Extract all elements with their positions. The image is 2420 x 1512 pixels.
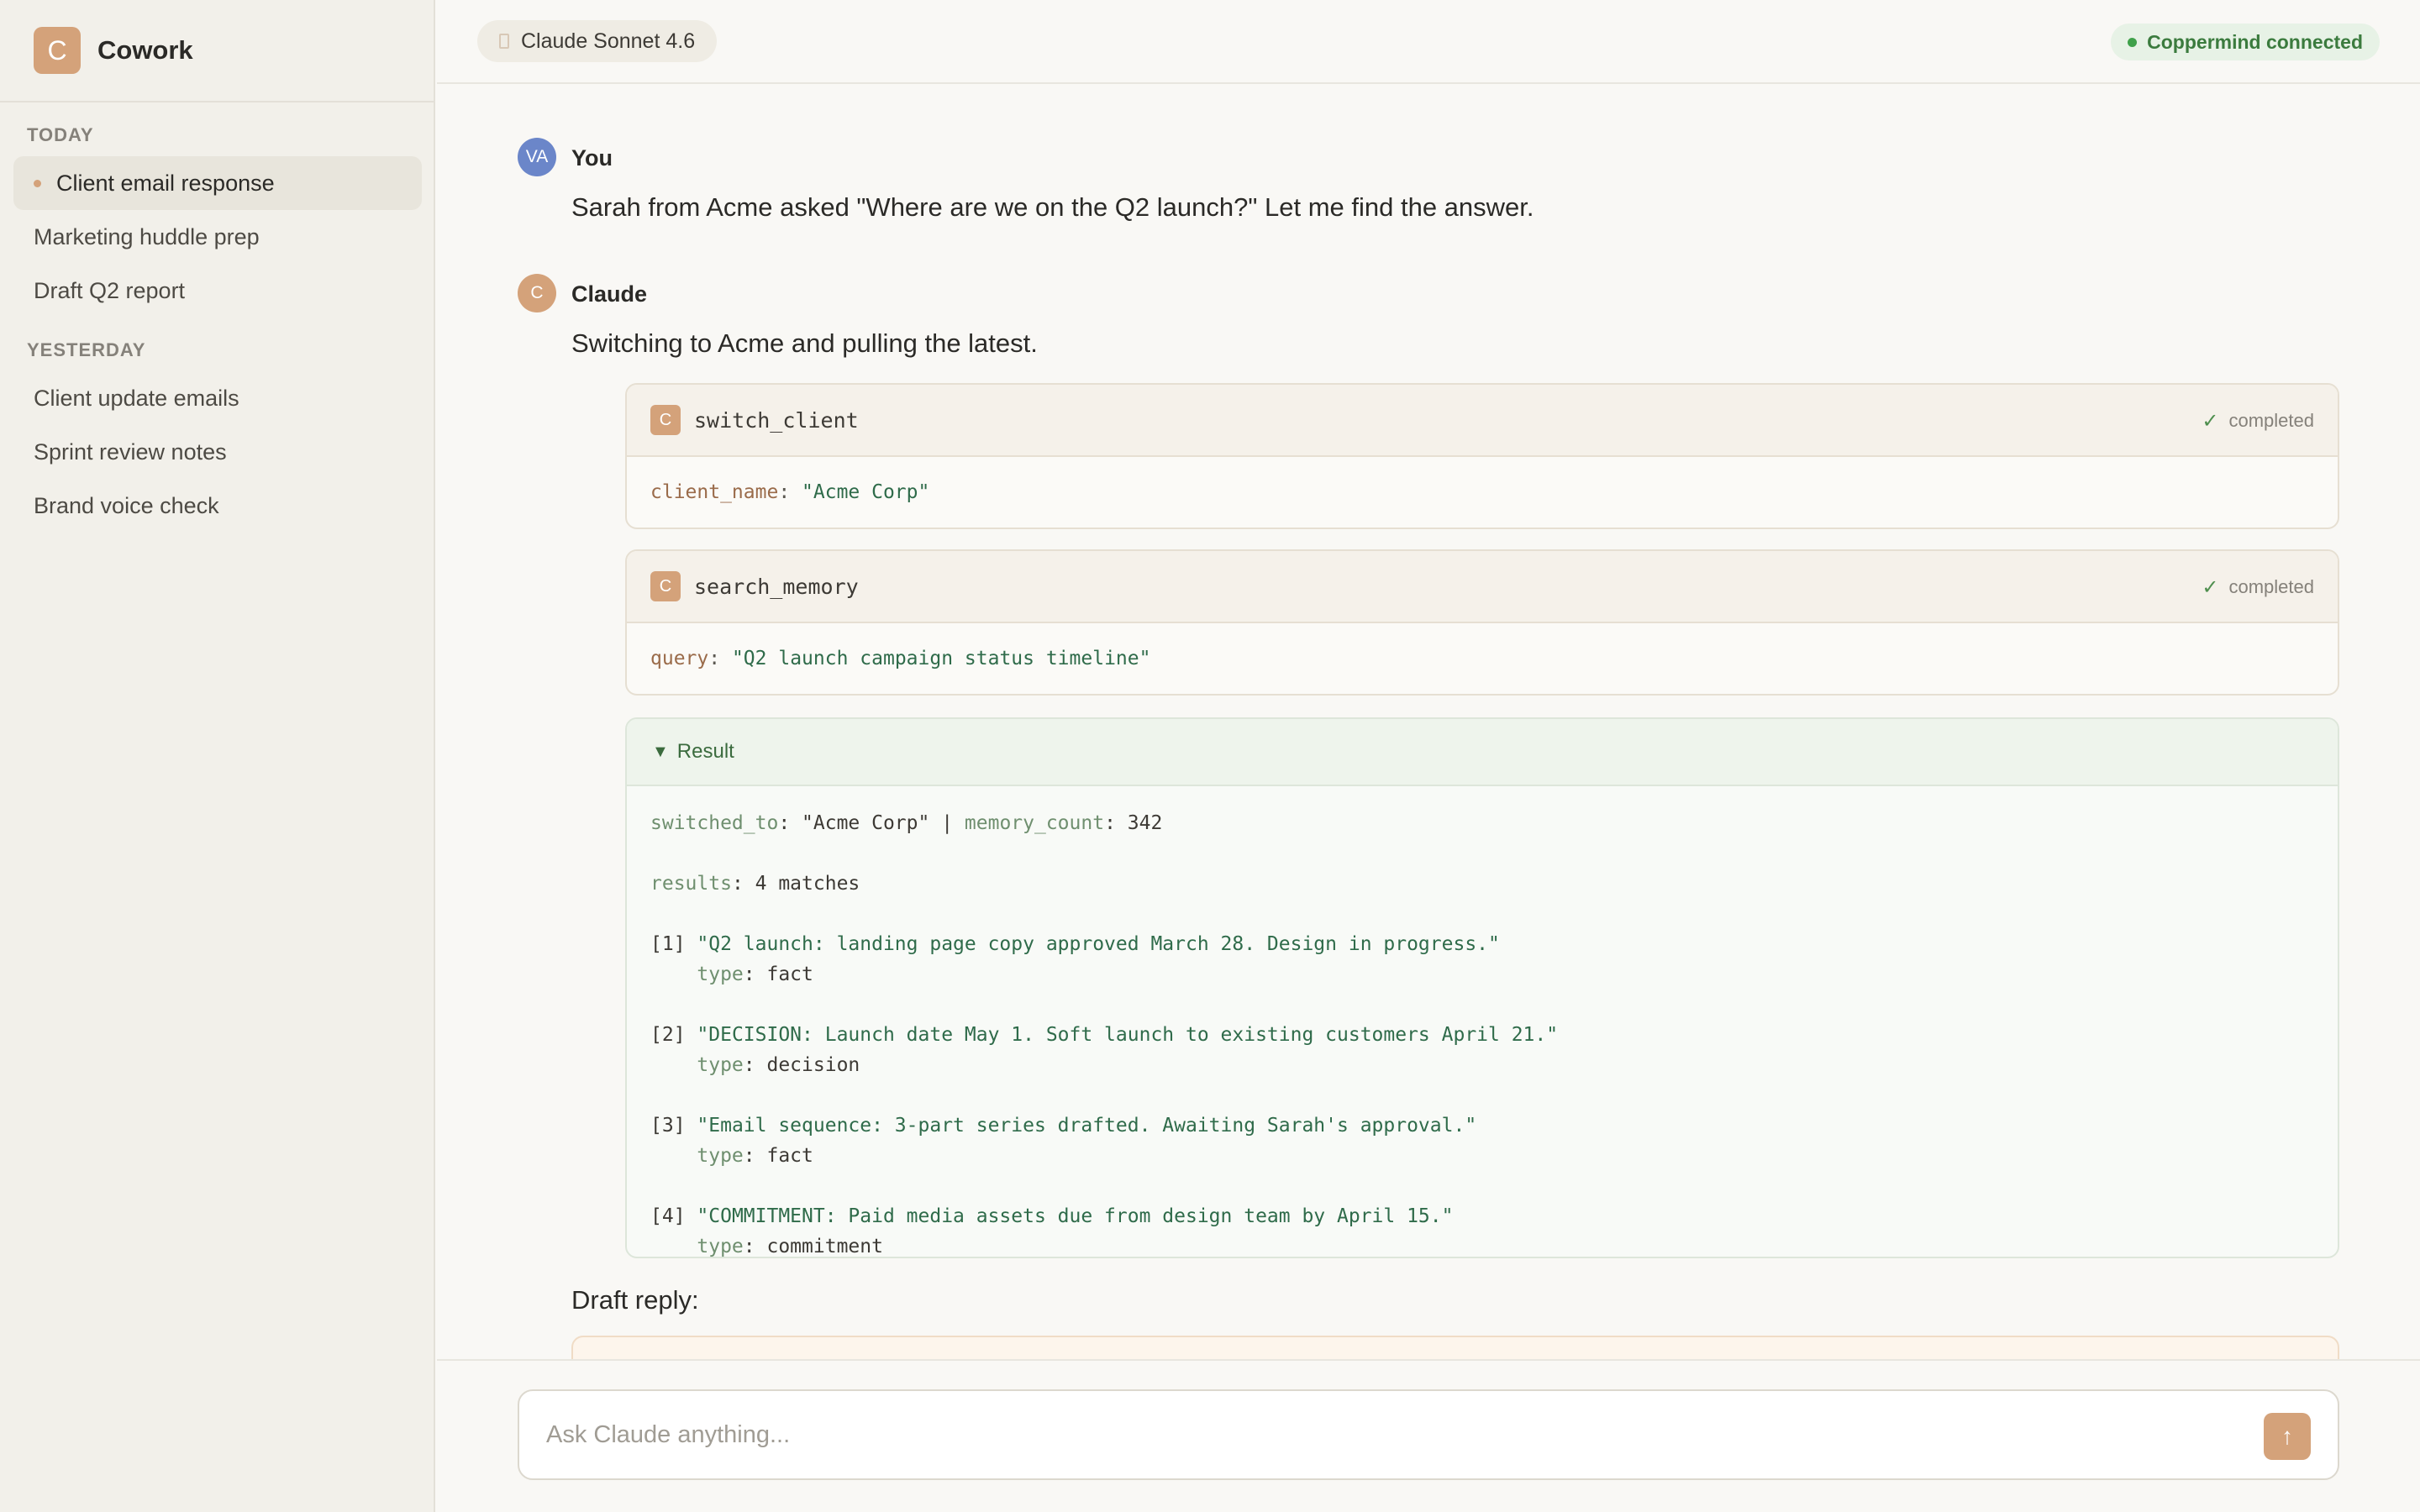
active-dot-icon	[34, 179, 41, 187]
conversation-item-client-email-response[interactable]: Client email response	[13, 156, 422, 210]
result-item-type: type: fact	[697, 963, 813, 985]
draft-reply-label: Draft reply:	[571, 1285, 699, 1315]
user-author-name: You	[571, 145, 613, 171]
app-logo-icon: C	[34, 27, 81, 74]
conversation-item-marketing-huddle-prep[interactable]: Marketing huddle prep	[13, 210, 422, 264]
result-toggle[interactable]: ▼ Result	[627, 719, 2338, 786]
brand-header: C Cowork	[0, 0, 434, 102]
tool-arguments: client_name: "Acme Corp"	[650, 481, 930, 503]
conversation-item-label: Marketing huddle prep	[34, 223, 260, 249]
result-item-type: type: decision	[697, 1054, 860, 1076]
section-label-yesterday: YESTERDAY	[27, 339, 146, 360]
user-avatar: VA	[518, 138, 556, 176]
message-input[interactable]	[546, 1420, 2143, 1449]
tool-status: ✓ completed	[2202, 385, 2314, 457]
result-summary-line: switched_to: "Acme Corp" | memory_count:…	[650, 812, 1163, 834]
arg-value: "Acme Corp"	[802, 481, 930, 503]
result-count-line: results: 4 matches	[650, 873, 860, 895]
result-content: switched_to: "Acme Corp" | memory_count:…	[627, 786, 2338, 1257]
check-icon: ✓	[2202, 409, 2219, 433]
result-item: [2] "DECISION: Launch date May 1. Soft l…	[650, 1024, 1559, 1046]
model-icon	[499, 34, 509, 49]
connection-status-badge: Coppermind connected	[2111, 24, 2380, 60]
result-label: Result	[676, 740, 734, 763]
sidebar: C Cowork TODAY Client email response Mar…	[0, 0, 435, 1512]
tool-status-label: completed	[2228, 576, 2314, 597]
conversation-item-sprint-review-notes[interactable]: Sprint review notes	[13, 425, 422, 479]
conversation-item-label: Draft Q2 report	[34, 277, 186, 303]
top-bar: Claude Sonnet 4.6 Coppermind connected	[437, 0, 2420, 84]
section-label-today: TODAY	[27, 124, 94, 145]
conversation-item-label: Client update emails	[34, 385, 239, 411]
assistant-intro-text: Switching to Acme and pulling the latest…	[571, 328, 1038, 358]
assistant-author-name: Claude	[571, 281, 648, 307]
tool-icon: C	[650, 571, 681, 601]
send-button[interactable]: ↑	[2264, 1413, 2311, 1460]
conversation-item-label: Sprint review notes	[34, 438, 227, 465]
conversation-item-draft-q2-report[interactable]: Draft Q2 report	[13, 264, 422, 318]
tool-status-label: completed	[2228, 410, 2314, 431]
tool-call-search-memory[interactable]: C search_memory ✓ completed query: "Q2 l…	[625, 549, 2339, 696]
chat-main: Claude Sonnet 4.6 Coppermind connected V…	[437, 0, 2420, 1512]
assistant-avatar: C	[518, 274, 556, 312]
tool-name: search_memory	[694, 574, 859, 599]
conversation-item-label: Brand voice check	[34, 492, 219, 518]
status-dot-icon	[2128, 37, 2138, 47]
result-item: [4] "COMMITMENT: Paid media assets due f…	[650, 1205, 1454, 1227]
model-name: Claude Sonnet 4.6	[521, 29, 696, 53]
collapse-triangle-icon: ▼	[652, 742, 669, 761]
tool-call-switch-client[interactable]: C switch_client ✓ completed client_name:…	[625, 383, 2339, 529]
user-message-text: Sarah from Acme asked "Where are we on t…	[571, 192, 1534, 222]
tool-result-panel: ▼ Result switched_to: "Acme Corp" | memo…	[625, 717, 2339, 1258]
conversation-item-label: Client email response	[56, 170, 275, 196]
composer: ↑	[518, 1389, 2339, 1480]
model-selector[interactable]: Claude Sonnet 4.6	[477, 20, 718, 62]
tool-icon: C	[650, 405, 681, 435]
tool-call-header: C search_memory ✓ completed	[627, 551, 2338, 623]
result-item: [1] "Q2 launch: landing page copy approv…	[650, 933, 1500, 955]
arg-value: "Q2 launch campaign status timeline"	[731, 648, 1151, 669]
connection-status-text: Coppermind connected	[2147, 30, 2363, 53]
arg-key: client_name	[650, 481, 779, 503]
tool-name: switch_client	[694, 407, 859, 433]
result-item: [3] "Email sequence: 3-part series draft…	[650, 1115, 1477, 1137]
arg-key: query	[650, 648, 709, 669]
check-icon: ✓	[2202, 575, 2219, 599]
result-item-type: type: commitment	[697, 1236, 883, 1257]
tool-arguments: query: "Q2 launch campaign status timeli…	[650, 648, 1151, 669]
conversation-item-client-update-emails[interactable]: Client update emails	[13, 371, 422, 425]
tool-status: ✓ completed	[2202, 551, 2314, 623]
result-item-type: type: fact	[697, 1145, 813, 1167]
tool-call-header: C switch_client ✓ completed	[627, 385, 2338, 457]
app-name: Cowork	[97, 35, 193, 65]
conversation-item-brand-voice-check[interactable]: Brand voice check	[13, 479, 422, 533]
composer-area: ↑	[437, 1359, 2420, 1512]
arrow-up-icon: ↑	[2281, 1423, 2293, 1449]
